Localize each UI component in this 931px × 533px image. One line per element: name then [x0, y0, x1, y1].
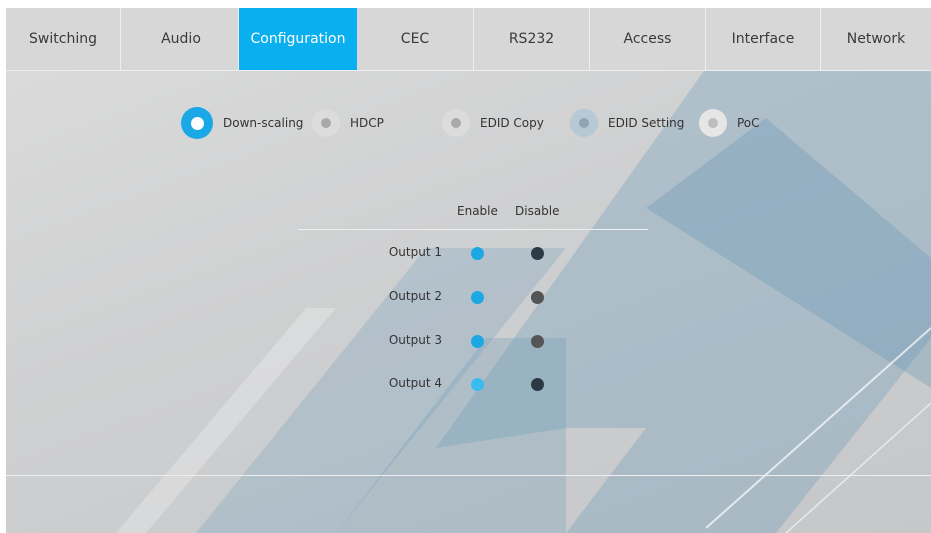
footer-divider — [6, 475, 931, 476]
suboption-poc[interactable]: PoC — [699, 109, 760, 137]
radio-selected-icon — [181, 107, 213, 139]
output-2-enable-radio[interactable] — [471, 291, 484, 304]
output-4-label: Output 4 — [388, 376, 442, 390]
radio-icon — [442, 109, 470, 137]
radio-icon — [570, 109, 598, 137]
output-3-disable-radio[interactable] — [531, 335, 544, 348]
output-1-label: Output 1 — [388, 245, 442, 259]
disable-column-header: Disable — [515, 204, 560, 218]
watermark-logo — [116, 68, 931, 533]
output-3-label: Output 3 — [388, 333, 442, 347]
suboption-hdcp[interactable]: HDCP — [312, 109, 384, 137]
suboption-label: PoC — [737, 116, 760, 130]
tab-rs232[interactable]: RS232 — [474, 8, 590, 70]
output-1-enable-radio[interactable] — [471, 247, 484, 260]
suboption-down-scaling[interactable]: Down-scaling — [181, 107, 303, 139]
suboption-edid-setting[interactable]: EDID Setting — [570, 109, 684, 137]
tab-interface[interactable]: Interface — [706, 8, 821, 70]
output-2-disable-radio[interactable] — [531, 291, 544, 304]
suboption-label: Down-scaling — [223, 116, 304, 130]
suboption-label: HDCP — [350, 116, 384, 130]
output-4-enable-radio[interactable] — [471, 378, 484, 391]
tab-access[interactable]: Access — [590, 8, 706, 70]
table-header-divider — [298, 229, 648, 230]
tab-audio[interactable]: Audio — [124, 8, 239, 70]
tab-cec[interactable]: CEC — [357, 8, 474, 70]
tab-switching[interactable]: Switching — [6, 8, 121, 70]
device-web-ui: Switching Audio Configuration CEC RS232 … — [6, 8, 931, 533]
suboption-label: EDID Setting — [608, 116, 685, 130]
suboption-label: EDID Copy — [480, 116, 544, 130]
suboption-edid-copy[interactable]: EDID Copy — [442, 109, 544, 137]
output-1-disable-radio[interactable] — [531, 247, 544, 260]
enable-column-header: Enable — [457, 204, 498, 218]
output-3-enable-radio[interactable] — [471, 335, 484, 348]
radio-icon — [312, 109, 340, 137]
output-2-label: Output 2 — [388, 289, 442, 303]
tab-network[interactable]: Network — [821, 8, 931, 70]
top-navigation-tabs: Switching Audio Configuration CEC RS232 … — [6, 8, 931, 71]
tab-configuration[interactable]: Configuration — [239, 8, 357, 70]
radio-icon — [699, 109, 727, 137]
output-4-disable-radio[interactable] — [531, 378, 544, 391]
